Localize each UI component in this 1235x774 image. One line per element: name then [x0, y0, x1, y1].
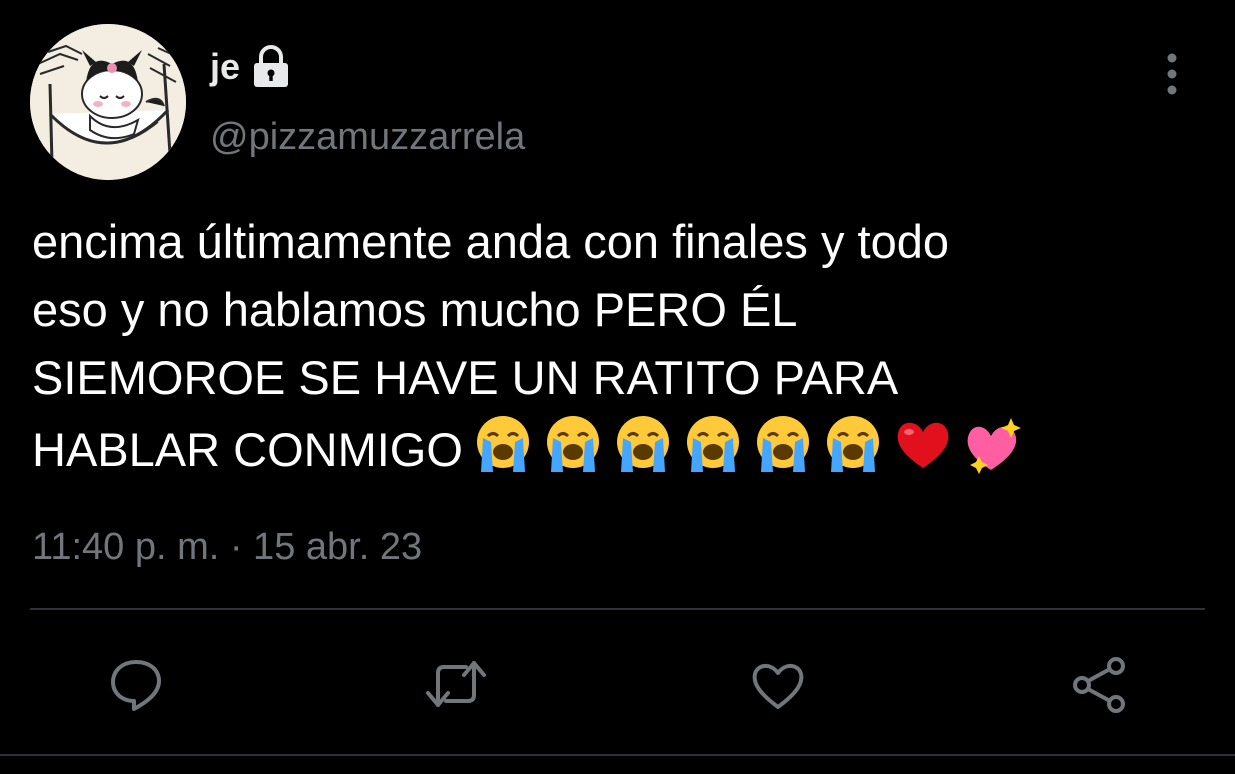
retweet-icon	[426, 661, 486, 707]
reply-button[interactable]	[104, 652, 168, 716]
tweet-detail: je @pizzamuzzarrela encima últimamente a…	[0, 0, 1235, 774]
share-button[interactable]	[1068, 652, 1132, 716]
heart-icon	[752, 664, 804, 709]
more-vertical-icon	[1167, 53, 1177, 95]
loudly-crying-face-icon	[756, 416, 809, 472]
avatar[interactable]	[30, 24, 186, 180]
display-name-row: je	[210, 44, 294, 90]
emoji-row	[471, 412, 1025, 476]
username-handle[interactable]: @pizzamuzzarrela	[210, 116, 525, 159]
loudly-crying-face-icon	[476, 416, 529, 472]
loudly-crying-face-icon	[616, 416, 669, 472]
loudly-crying-face-icon	[826, 416, 879, 472]
red-heart-icon	[897, 422, 949, 468]
reply-icon	[111, 660, 161, 711]
share-icon	[1073, 657, 1125, 713]
more-options-button[interactable]	[1150, 50, 1194, 98]
display-name[interactable]: je	[210, 46, 240, 88]
loudly-crying-face-icon	[546, 416, 599, 472]
loudly-crying-face-icon	[686, 416, 739, 472]
sparkling-heart-icon	[967, 418, 1021, 474]
divider	[30, 608, 1205, 610]
lock-icon	[248, 44, 294, 90]
retweet-button[interactable]	[424, 652, 488, 716]
bottom-divider	[0, 754, 1235, 756]
tweet-timestamp[interactable]: 11:40 p. m. · 15 abr. 23	[32, 526, 422, 569]
tweet-text: encima últimamente anda con finales y to…	[32, 208, 1212, 484]
like-button[interactable]	[746, 652, 810, 716]
avatar-illustration	[30, 24, 186, 180]
